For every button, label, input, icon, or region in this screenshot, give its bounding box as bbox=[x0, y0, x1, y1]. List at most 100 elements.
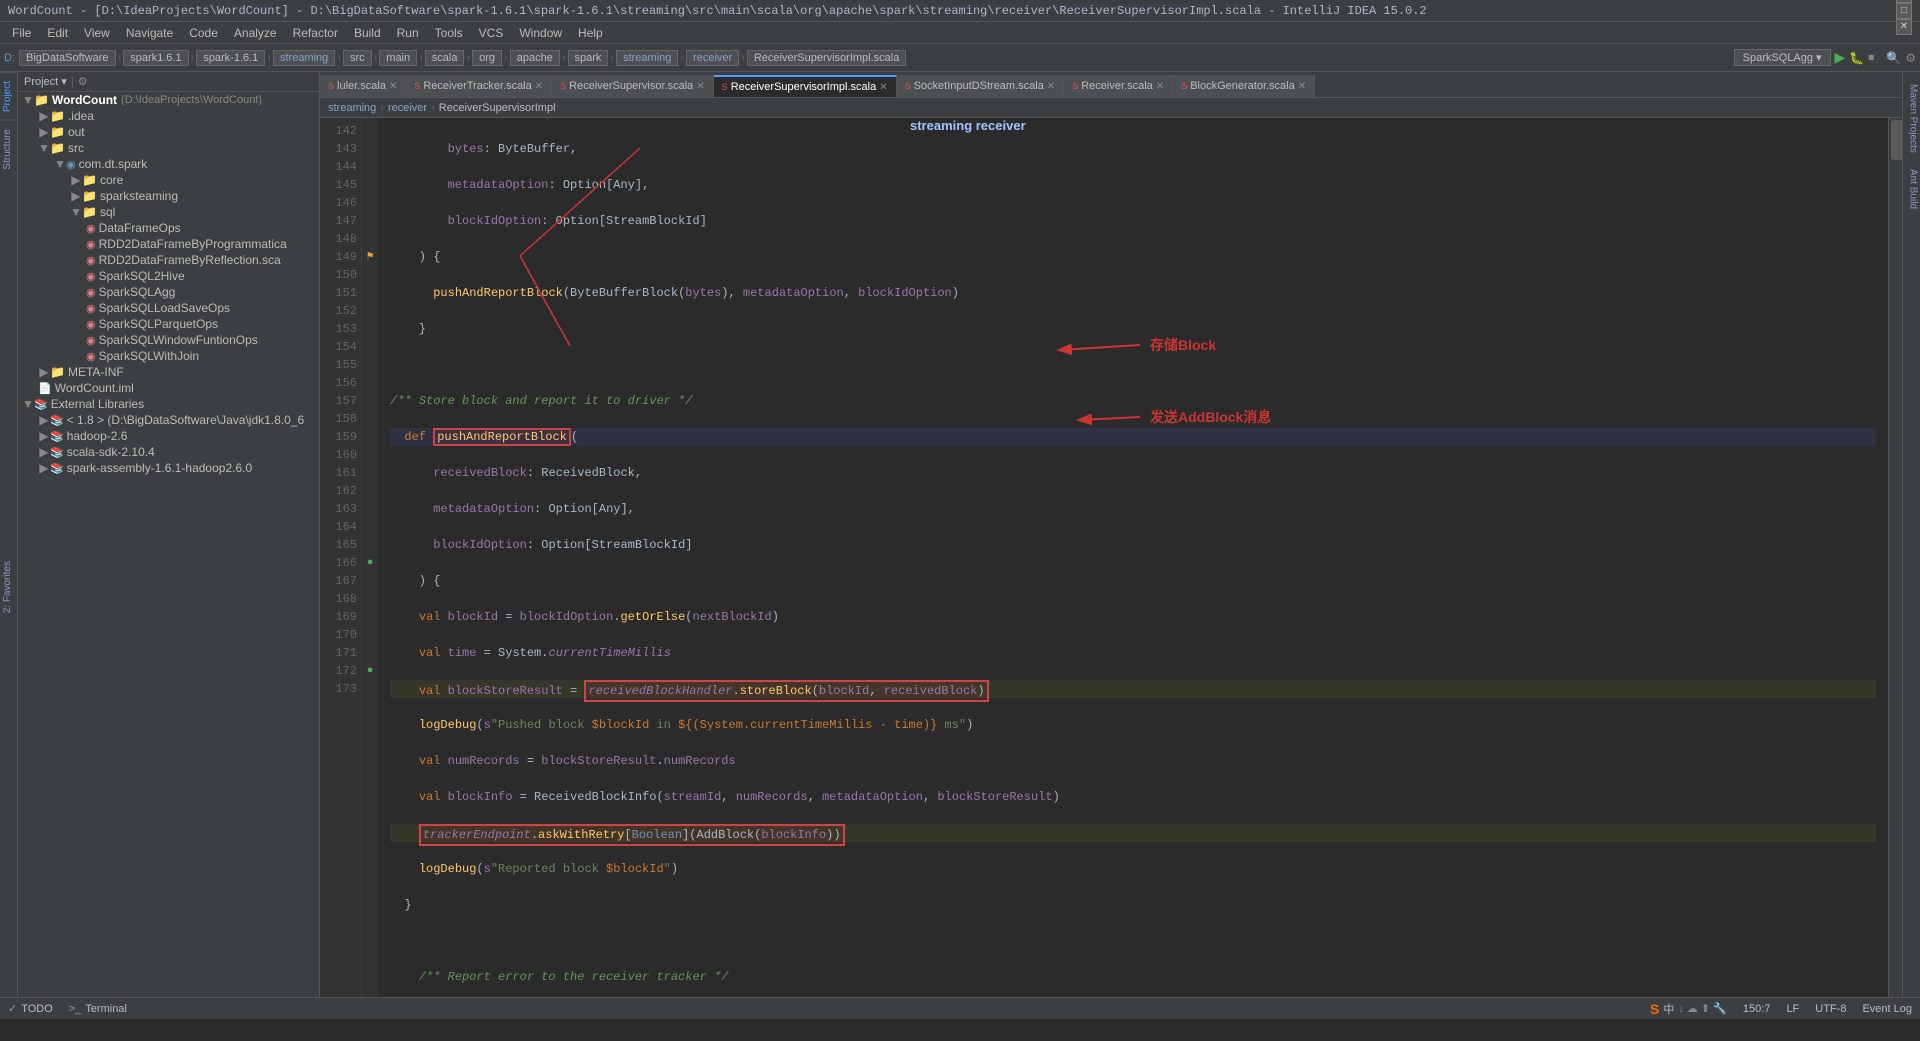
menu-vcs[interactable]: VCS bbox=[471, 24, 512, 42]
tab-r-label: Receiver.scala bbox=[1081, 80, 1153, 92]
search-icon[interactable]: 🔍 bbox=[1886, 51, 1901, 65]
close-button[interactable]: ✕ bbox=[1896, 19, 1912, 35]
gutter-142 bbox=[364, 122, 376, 140]
menu-run[interactable]: Run bbox=[389, 24, 427, 42]
expand-icon-jdk: ▶ bbox=[38, 413, 50, 427]
breadcrumb-spark161[interactable]: spark1.6.1 bbox=[123, 50, 188, 66]
tree-core[interactable]: ▶ 📁 core bbox=[18, 172, 319, 188]
menu-refactor[interactable]: Refactor bbox=[285, 24, 346, 42]
tab-rt-close[interactable]: ✕ bbox=[535, 81, 543, 92]
breadcrumb-file[interactable]: ReceiverSupervisorImpl.scala bbox=[747, 50, 907, 66]
structure-tab[interactable]: Structure bbox=[0, 120, 18, 178]
breadcrumb-streaming[interactable]: streaming bbox=[273, 50, 335, 66]
tab-luler[interactable]: S luler.scala ✕ bbox=[320, 75, 406, 97]
terminal-tab[interactable]: >_ Terminal bbox=[69, 1003, 127, 1015]
menu-navigate[interactable]: Navigate bbox=[118, 24, 181, 42]
breadcrumb-main[interactable]: main bbox=[379, 50, 417, 66]
tab-receiversupervisorimpl[interactable]: S ReceiverSupervisorImpl.scala ✕ bbox=[714, 75, 897, 97]
vertical-scrollbar[interactable] bbox=[1888, 118, 1902, 997]
tree-rdd2dfref[interactable]: ◉ RDD2DataFrameByReflection.sca bbox=[18, 252, 319, 268]
tree-scala-sdk[interactable]: ▶ 📚 scala-sdk-2.10.4 bbox=[18, 444, 319, 460]
tab-luler-close[interactable]: ✕ bbox=[389, 81, 397, 92]
code-content[interactable]: bytes: ByteBuffer, metadataOption: Optio… bbox=[378, 118, 1888, 997]
project-header-icon1[interactable]: ⚙ bbox=[78, 75, 88, 88]
package-icon: ◉ bbox=[66, 158, 76, 171]
maven-projects-tab[interactable]: Maven Projects bbox=[1903, 76, 1920, 161]
tree-spark-assembly[interactable]: ▶ 📚 spark-assembly-1.6.1-hadoop2.6.0 bbox=[18, 460, 319, 476]
run-config-selector[interactable]: SparkSQLAgg ▾ bbox=[1734, 49, 1831, 66]
tab-receivertracker[interactable]: S ReceiverTracker.scala ✕ bbox=[406, 75, 552, 97]
editor-breadcrumb: streaming › receiver › ReceiverSuperviso… bbox=[320, 98, 1902, 118]
tree-src[interactable]: ▼ 📁 src bbox=[18, 140, 319, 156]
tree-rdd2df[interactable]: ◉ RDD2DataFrameByProgrammatica bbox=[18, 236, 319, 252]
tree-wordcount[interactable]: ▼ 📁 WordCount (D:\IdeaProjects\WordCount… bbox=[18, 92, 319, 108]
tree-sparksqlwithjoin[interactable]: ◉ SparkSQLWithJoin bbox=[18, 348, 319, 364]
tree-meta[interactable]: ▶ 📁 META-INF bbox=[18, 364, 319, 380]
tree-sparksqlwindow[interactable]: ◉ SparkSQLWindowFuntionOps bbox=[18, 332, 319, 348]
breadcrumb-spark[interactable]: spark-1.6.1 bbox=[196, 50, 265, 66]
scrollbar-thumb[interactable] bbox=[1891, 120, 1902, 160]
expand-icon-sql: ▼ bbox=[70, 205, 82, 219]
tab-receiver[interactable]: S Receiver.scala ✕ bbox=[1064, 75, 1173, 97]
maximize-button[interactable]: □ bbox=[1896, 3, 1912, 19]
tab-rs-close[interactable]: ✕ bbox=[696, 81, 704, 92]
menu-analyze[interactable]: Analyze bbox=[226, 24, 285, 42]
todo-tab[interactable]: ✓ TODO bbox=[8, 1002, 53, 1015]
menu-tools[interactable]: Tools bbox=[427, 24, 471, 42]
menu-window[interactable]: Window bbox=[511, 24, 570, 42]
tree-spark-label: spark-assembly-1.6.1-hadoop2.6.0 bbox=[67, 461, 252, 475]
debug-button[interactable]: 🐛 bbox=[1849, 51, 1864, 65]
tree-sparksteaming[interactable]: ▶ 📁 sparksteaming bbox=[18, 188, 319, 204]
breadcrumb-bigdata[interactable]: BigDataSoftware bbox=[19, 50, 116, 66]
tree-hadoop[interactable]: ▶ 📚 hadoop-2.6 bbox=[18, 428, 319, 444]
event-log-button[interactable]: Event Log bbox=[1862, 1003, 1912, 1015]
tab-bg-close[interactable]: ✕ bbox=[1298, 81, 1306, 92]
tree-sparksql2hive[interactable]: ◉ SparkSQL2Hive bbox=[18, 268, 319, 284]
project-tab[interactable]: Project bbox=[0, 72, 18, 120]
tree-sql[interactable]: ▼ 📁 sql bbox=[18, 204, 319, 220]
core-folder-icon: 📁 bbox=[82, 173, 97, 187]
tree-dataframeops[interactable]: ◉ DataFrameOps bbox=[18, 220, 319, 236]
folder-icon: 📁 bbox=[34, 93, 49, 107]
ant-build-tab[interactable]: Ant Build bbox=[1903, 161, 1920, 217]
tree-extlibs[interactable]: ▼ 📚 External Libraries bbox=[18, 396, 319, 412]
encoding-indicator: UTF-8 bbox=[1815, 1003, 1846, 1015]
toolbar: D: BigDataSoftware › spark1.6.1 › spark-… bbox=[0, 44, 1920, 72]
menu-build[interactable]: Build bbox=[346, 24, 389, 42]
tab-scala-icon-rsi: S bbox=[722, 82, 728, 92]
breadcrumb-src[interactable]: src bbox=[343, 50, 372, 66]
tab-blockgenerator[interactable]: S BlockGenerator.scala ✕ bbox=[1173, 75, 1315, 97]
menu-code[interactable]: Code bbox=[181, 24, 226, 42]
tree-com[interactable]: ▼ ◉ com.dt.spark bbox=[18, 156, 319, 172]
tree-sparksqlagg[interactable]: ◉ SparkSQLAgg bbox=[18, 284, 319, 300]
tab-rt-label: ReceiverTracker.scala bbox=[423, 80, 531, 92]
tab-receiversupervisor[interactable]: S ReceiverSupervisor.scala ✕ bbox=[552, 75, 714, 97]
breadcrumb-scala[interactable]: scala bbox=[425, 50, 465, 66]
tab-socketinputdstream[interactable]: S SocketInputDStream.scala ✕ bbox=[897, 75, 1065, 97]
tree-sparksqlparquet[interactable]: ◉ SparkSQLParquetOps bbox=[18, 316, 319, 332]
tab-sid-close[interactable]: ✕ bbox=[1047, 81, 1055, 92]
line-159: val numRecords = blockStoreResult.numRec… bbox=[390, 752, 1876, 770]
line-154: ) { bbox=[390, 572, 1876, 590]
tree-wordcountiml[interactable]: 📄 WordCount.iml bbox=[18, 380, 319, 396]
menu-help[interactable]: Help bbox=[570, 24, 611, 42]
run-button[interactable]: ▶ bbox=[1835, 49, 1846, 66]
favorites-tab[interactable]: 2: Favorites bbox=[0, 178, 18, 997]
tab-rsi-close[interactable]: ✕ bbox=[879, 82, 887, 93]
breadcrumb-spark2[interactable]: spark bbox=[568, 50, 609, 66]
breadcrumb-streaming2[interactable]: streaming bbox=[616, 50, 678, 66]
breadcrumb-org[interactable]: org bbox=[472, 50, 502, 66]
tree-sparksqlloadsave[interactable]: ◉ SparkSQLLoadSaveOps bbox=[18, 300, 319, 316]
line-152: metadataOption: Option[Any], bbox=[390, 500, 1876, 518]
menu-view[interactable]: View bbox=[76, 24, 118, 42]
breadcrumb-receiver[interactable]: receiver bbox=[686, 50, 739, 66]
menu-file[interactable]: File bbox=[4, 24, 39, 42]
settings-icon[interactable]: ⚙ bbox=[1905, 51, 1916, 65]
stop-button[interactable]: ⏹ bbox=[1868, 50, 1874, 65]
menu-edit[interactable]: Edit bbox=[39, 24, 76, 42]
breadcrumb-apache[interactable]: apache bbox=[510, 50, 560, 66]
tree-idea[interactable]: ▶ 📁 .idea bbox=[18, 108, 319, 124]
tree-jdk[interactable]: ▶ 📚 < 1.8 > (D:\BigDataSoftware\Java\jdk… bbox=[18, 412, 319, 428]
tab-r-close[interactable]: ✕ bbox=[1156, 81, 1164, 92]
tree-out[interactable]: ▶ 📁 out bbox=[18, 124, 319, 140]
